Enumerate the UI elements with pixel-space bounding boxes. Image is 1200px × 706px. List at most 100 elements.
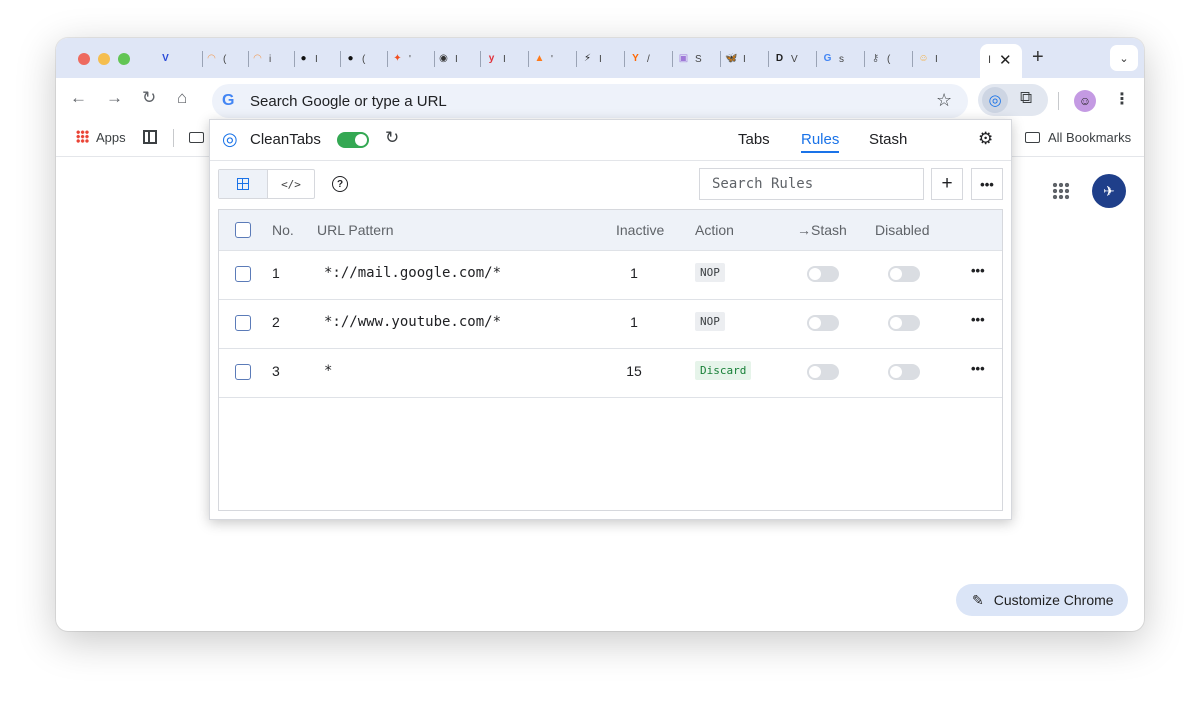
browser-tab[interactable]: yI — [484, 46, 506, 72]
code-view-button[interactable]: </> — [267, 170, 314, 198]
header-disabled: Disabled — [875, 222, 930, 238]
stash-switch[interactable] — [807, 364, 839, 380]
table-row: 2 *://www.youtube.com/* 1 NOP ••• — [219, 299, 1002, 349]
rule-url-pattern[interactable]: *://mail.google.com/* — [324, 265, 501, 281]
active-tab[interactable]: I ✕ — [980, 44, 1022, 80]
row-more-icon[interactable]: ••• — [971, 263, 985, 278]
apps-grid-icon[interactable] — [76, 130, 89, 143]
more-options-button[interactable]: ••• — [971, 168, 1003, 200]
view-mode-toggle: </> — [218, 169, 315, 199]
bluesky-icon: 🦋 — [725, 53, 738, 64]
browser-tab[interactable]: Y / — [628, 46, 650, 72]
app-title: CleanTabs — [250, 131, 321, 148]
omnibox[interactable]: G Search Google or type a URL ☆ — [212, 84, 968, 118]
rule-action-badge[interactable]: NOP — [695, 263, 725, 282]
omnibox-input[interactable]: Search Google or type a URL — [250, 93, 447, 110]
bookmark-star-icon[interactable]: ☆ — [936, 90, 952, 111]
help-icon[interactable]: ? — [332, 176, 348, 192]
row-checkbox[interactable] — [235, 266, 251, 282]
table-view-button[interactable] — [219, 170, 267, 198]
browser-tab[interactable]: ◉ I — [436, 46, 458, 72]
tab-tabs[interactable]: Tabs — [738, 131, 770, 148]
browser-tab[interactable]: ✦ ' — [390, 46, 411, 72]
profile-avatar[interactable]: ☺ — [1074, 90, 1096, 112]
all-bookmarks[interactable]: All Bookmarks — [1048, 130, 1131, 145]
rule-url-pattern[interactable]: *://www.youtube.com/* — [324, 314, 501, 330]
browser-tab[interactable]: ☺ I — [916, 46, 938, 72]
tab-title: I — [455, 53, 458, 65]
google-apps-icon[interactable] — [1052, 182, 1070, 200]
tab-groups-icon[interactable] — [143, 130, 157, 144]
row-more-icon[interactable]: ••• — [971, 361, 985, 376]
customize-chrome-button[interactable]: ✎ Customize Chrome — [956, 584, 1128, 616]
browser-tab[interactable]: DV — [772, 46, 798, 72]
tab-search-button[interactable]: ⌄ — [1110, 45, 1138, 71]
forward-arrow-icon[interactable]: → — [106, 88, 123, 108]
google-icon: G — [222, 92, 235, 109]
gear-icon[interactable]: ⚙ — [978, 129, 993, 149]
close-tab-icon[interactable]: ✕ — [999, 51, 1012, 69]
table-row: 3 * 15 Discard ••• — [219, 348, 1002, 398]
tab-title: I — [935, 53, 938, 65]
row-checkbox[interactable] — [235, 364, 251, 380]
tab-rules[interactable]: Rules — [801, 131, 840, 153]
extensions-group: ◎ ⧉ — [978, 84, 1048, 116]
browser-tab[interactable]: ◠( — [204, 46, 227, 72]
home-icon[interactable]: ⌂ — [177, 88, 187, 108]
browser-tab[interactable]: ⚷( — [868, 46, 891, 72]
close-window-button[interactable] — [78, 53, 90, 65]
browser-tab[interactable]: ⚡ I — [580, 46, 602, 72]
tab-title: ' — [551, 53, 553, 65]
stash-switch[interactable] — [807, 315, 839, 331]
cleantabs-extension-icon[interactable]: ◎ — [982, 87, 1008, 113]
tab-divider — [912, 51, 913, 67]
rule-inactive[interactable]: 1 — [624, 265, 644, 281]
d-logo-icon: D — [775, 53, 784, 64]
tab-stash[interactable]: Stash — [869, 131, 907, 148]
rule-action-badge[interactable]: Discard — [695, 361, 752, 380]
rule-url-pattern[interactable]: * — [324, 363, 332, 379]
row-more-icon[interactable]: ••• — [971, 312, 985, 327]
browser-tab[interactable]: ●( — [343, 46, 365, 72]
select-all-checkbox[interactable] — [235, 222, 251, 238]
rule-inactive[interactable]: 1 — [624, 314, 644, 330]
add-rule-button[interactable]: + — [931, 168, 963, 200]
tab-strip: V ◠(◠ i ● I ●(✦ ' ◉ Iy I ▲ ' ⚡ I Y / ▣ S 🦋 I D V Gs ⚷(☺ I I ✕ + … — [56, 38, 1144, 80]
browser-tab[interactable]: V — [158, 46, 177, 72]
browser-tab[interactable]: ▲ ' — [532, 46, 553, 72]
bookmark-apps[interactable]: Apps — [96, 130, 126, 145]
disabled-switch[interactable] — [888, 364, 920, 380]
reload-icon[interactable]: ↻ — [142, 88, 156, 108]
disabled-switch[interactable] — [888, 266, 920, 282]
bookmarks-divider — [173, 129, 174, 147]
zoom-window-button[interactable] — [118, 53, 130, 65]
browser-tab[interactable]: ▣ S — [676, 46, 702, 72]
chrome-menu-icon[interactable]: ⋮ — [1114, 89, 1130, 109]
back-arrow-icon[interactable]: ← — [70, 88, 87, 108]
v-logo-icon: V — [162, 53, 169, 64]
browser-tab[interactable]: Gs — [820, 46, 844, 72]
folder-icon[interactable] — [189, 132, 204, 143]
tab-title: S — [695, 53, 702, 65]
browser-tab[interactable]: ● I — [296, 46, 318, 72]
disabled-switch[interactable] — [888, 315, 920, 331]
search-rules-input[interactable]: Search Rules — [699, 168, 924, 200]
tab-title: I — [315, 53, 318, 65]
account-avatar[interactable]: ✈ — [1092, 174, 1126, 208]
new-tab-button[interactable]: + — [1032, 46, 1044, 69]
extensions-puzzle-icon[interactable]: ⧉ — [1020, 88, 1032, 108]
row-checkbox[interactable] — [235, 315, 251, 331]
terminal-icon: ⚡ — [583, 53, 592, 64]
table-row: 1 *://mail.google.com/* 1 NOP ••• — [219, 250, 1002, 300]
browser-toolbar: ← → ↻ ⌂ G Search Google or type a URL ☆ … — [56, 78, 1144, 120]
enable-toggle[interactable] — [337, 132, 369, 148]
google-icon: G — [823, 53, 832, 64]
browser-tab[interactable]: 🦋 I — [724, 46, 746, 72]
browser-tab[interactable]: ◠ i — [250, 46, 272, 72]
refresh-icon[interactable]: ↻ — [385, 128, 399, 148]
github-icon: ● — [300, 53, 307, 64]
minimize-window-button[interactable] — [98, 53, 110, 65]
rule-action-badge[interactable]: NOP — [695, 312, 725, 331]
rule-inactive[interactable]: 15 — [624, 363, 644, 379]
stash-switch[interactable] — [807, 266, 839, 282]
